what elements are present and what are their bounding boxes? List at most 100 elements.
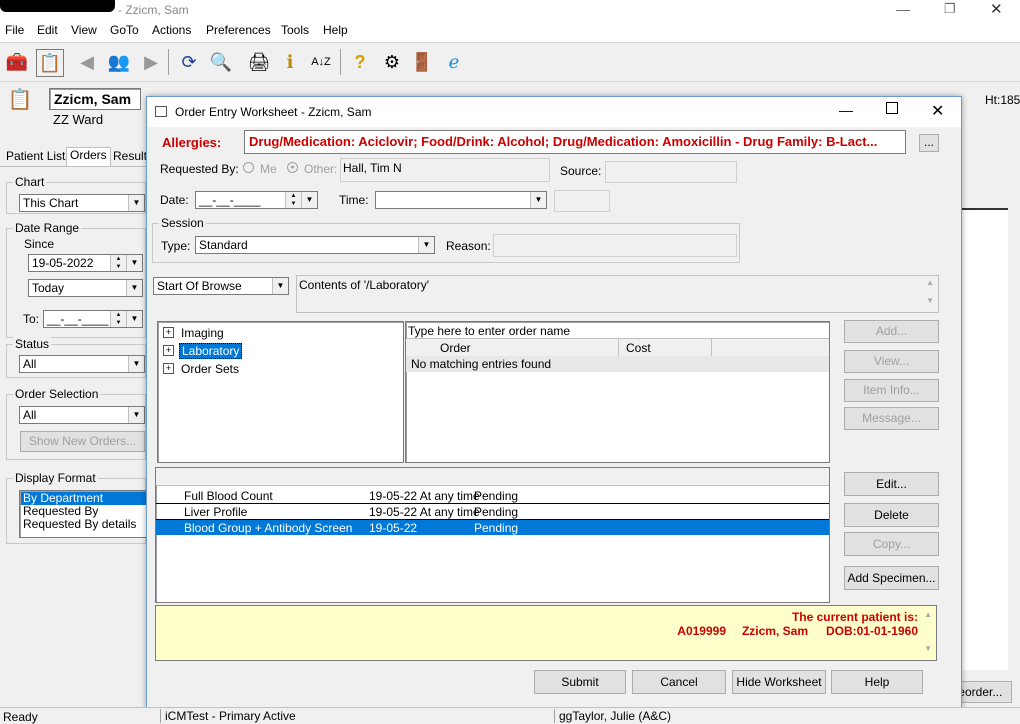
chart-select[interactable]: This Chart ▼ — [19, 194, 145, 212]
chevron-down-icon[interactable]: ▼ — [128, 356, 144, 372]
order-entry-dialog: Order Entry Worksheet - Zzicm, Sam — ✕ A… — [146, 96, 962, 710]
chevron-down-icon[interactable]: ▼ — [126, 255, 142, 271]
table-row[interactable]: Liver Profile 19-05-22 At any time Pendi… — [156, 504, 829, 520]
cancel-button[interactable]: Cancel — [632, 670, 726, 694]
menu-file[interactable]: File — [5, 23, 24, 37]
display-format-list[interactable]: By Department Requested By Requested By … — [19, 490, 147, 538]
exit-door-icon[interactable]: 🚪 — [409, 49, 435, 75]
me-radio[interactable] — [243, 162, 254, 173]
scroll-down-icon[interactable]: ▼ — [924, 644, 932, 653]
status-system: iCMTest - Primary Active — [160, 709, 296, 723]
menu-edit[interactable]: Edit — [37, 23, 58, 37]
expand-plus-icon[interactable]: + — [163, 363, 174, 374]
chevron-down-icon[interactable]: ▼ — [530, 192, 546, 208]
view-button[interactable]: View... — [844, 350, 939, 373]
forward-arrow-icon[interactable]: ▶ — [138, 49, 164, 75]
tab-orders[interactable]: Orders — [66, 147, 111, 166]
source-field[interactable] — [605, 161, 737, 183]
reason-field[interactable] — [493, 234, 737, 257]
chevron-down-icon[interactable]: ▼ — [418, 237, 434, 253]
info-icon[interactable]: ℹ — [277, 49, 303, 75]
tab-patient-list[interactable]: Patient List — [6, 149, 65, 163]
help-question-icon[interactable]: ? — [347, 49, 373, 75]
dialog-minimize-icon[interactable]: — — [839, 102, 853, 118]
order-selection-select[interactable]: All ▼ — [19, 406, 145, 424]
chevron-down-icon[interactable]: ▼ — [126, 311, 142, 327]
column-cost[interactable]: Cost — [626, 341, 651, 355]
browser-icon[interactable]: ℯ — [441, 49, 467, 75]
submit-button[interactable]: Submit — [534, 670, 626, 694]
tree-item-imaging[interactable]: Imaging — [181, 326, 224, 340]
add-button[interactable]: Add... — [844, 320, 939, 343]
search-icon[interactable]: 🔍 — [208, 49, 234, 75]
spin-arrows-icon[interactable]: ▲ ▼ — [110, 255, 126, 271]
spin-arrows-icon[interactable]: ▲ ▼ — [110, 311, 126, 327]
menu-help[interactable]: Help — [323, 23, 348, 37]
browse-select[interactable]: Start Of Browse ▼ — [153, 277, 289, 295]
chevron-down-icon[interactable]: ▼ — [301, 192, 317, 208]
requested-by-field[interactable]: Hall, Tim N — [340, 158, 550, 182]
date-input[interactable]: __-__-____ ▲ ▼ ▼ — [195, 191, 318, 209]
other-radio[interactable]: ● — [287, 162, 298, 173]
session-type-select[interactable]: Standard ▼ — [195, 236, 435, 254]
tools-settings-icon[interactable]: ⚙ — [379, 49, 405, 75]
patient-tools-icon[interactable]: 🧰 — [4, 49, 30, 75]
dialog-close-icon[interactable]: ✕ — [931, 101, 944, 121]
chevron-down-icon[interactable]: ▼ — [272, 278, 288, 294]
expand-plus-icon[interactable]: + — [163, 345, 174, 356]
hide-worksheet-button[interactable]: Hide Worksheet — [732, 670, 826, 694]
help-button[interactable]: Help — [831, 670, 923, 694]
order-search-input[interactable]: Type here to enter order name — [406, 322, 829, 339]
edit-button[interactable]: Edit... — [844, 472, 939, 496]
scroll-up-icon[interactable]: ▲ — [926, 278, 934, 287]
message-button[interactable]: Message... — [844, 407, 939, 430]
row-order-status: Pending — [474, 521, 519, 535]
copy-button[interactable]: Copy... — [844, 532, 939, 556]
add-specimen-button[interactable]: Add Specimen... — [844, 566, 939, 590]
menu-tools[interactable]: Tools — [281, 23, 309, 37]
order-list-header: Order Cost — [406, 339, 829, 357]
main-window-title: - Zzicm, Sam — [118, 3, 189, 17]
refresh-icon[interactable]: ⟳ — [176, 49, 202, 75]
item-info-button[interactable]: Item Info... — [844, 379, 939, 402]
to-date-input[interactable]: __-__-____ ▲ ▼ ▼ — [43, 310, 143, 328]
table-row[interactable]: Full Blood Count 19-05-22 At any time Pe… — [156, 488, 829, 504]
table-row-selected[interactable]: Blood Group + Antibody Screen 19-05-22 P… — [156, 520, 829, 535]
chevron-down-icon[interactable]: ▼ — [128, 407, 144, 423]
time-select[interactable]: ▼ — [375, 191, 547, 209]
display-format-label: Display Format — [13, 471, 98, 485]
printer-icon[interactable]: 🖨 — [246, 49, 272, 75]
chevron-down-icon[interactable]: ▼ — [126, 280, 142, 296]
menu-goto[interactable]: GoTo — [110, 23, 139, 37]
tree-item-order-sets[interactable]: Order Sets — [181, 362, 239, 376]
main-minimize-icon[interactable]: — — [896, 1, 910, 17]
main-restore-icon[interactable]: ❐ — [944, 1, 956, 17]
row-order-date: 19-05-22 At any time — [369, 489, 480, 503]
patient-ht: Ht:185 — [985, 93, 1020, 107]
display-format-item[interactable]: Requested By details — [23, 518, 136, 531]
orders-clipboard-icon[interactable]: 📋 — [36, 49, 64, 77]
main-close-icon[interactable]: ✕ — [990, 0, 1003, 18]
scroll-down-icon[interactable]: ▼ — [926, 296, 934, 305]
since-date-input[interactable]: 19-05-2022 ▲ ▼ ▼ — [28, 254, 143, 272]
chevron-down-icon[interactable]: ▼ — [128, 195, 144, 211]
menu-actions[interactable]: Actions — [152, 23, 191, 37]
show-new-orders-button[interactable]: Show New Orders... — [20, 431, 145, 452]
status-user: ggTaylor, Julie (A&C) — [554, 709, 671, 723]
delete-button[interactable]: Delete — [844, 503, 939, 527]
patient-group-icon[interactable]: 👥 — [106, 49, 132, 75]
back-arrow-icon[interactable]: ◀ — [74, 49, 100, 75]
patient-clipboard-icon[interactable]: 📋 — [6, 87, 34, 115]
tree-item-laboratory[interactable]: Laboratory — [179, 343, 243, 359]
allergies-more-button[interactable]: ... — [919, 134, 939, 152]
status-select[interactable]: All ▼ — [19, 355, 145, 373]
menu-view[interactable]: View — [71, 23, 97, 37]
dialog-maximize-icon[interactable] — [886, 102, 898, 114]
menu-preferences[interactable]: Preferences — [206, 23, 271, 37]
expand-plus-icon[interactable]: + — [163, 327, 174, 338]
since-period-select[interactable]: Today ▼ — [28, 279, 143, 297]
spin-arrows-icon[interactable]: ▲ ▼ — [285, 192, 301, 208]
scroll-up-icon[interactable]: ▲ — [924, 610, 932, 619]
column-order[interactable]: Order — [440, 341, 471, 355]
sort-az-icon[interactable]: A↓Z — [308, 49, 334, 75]
